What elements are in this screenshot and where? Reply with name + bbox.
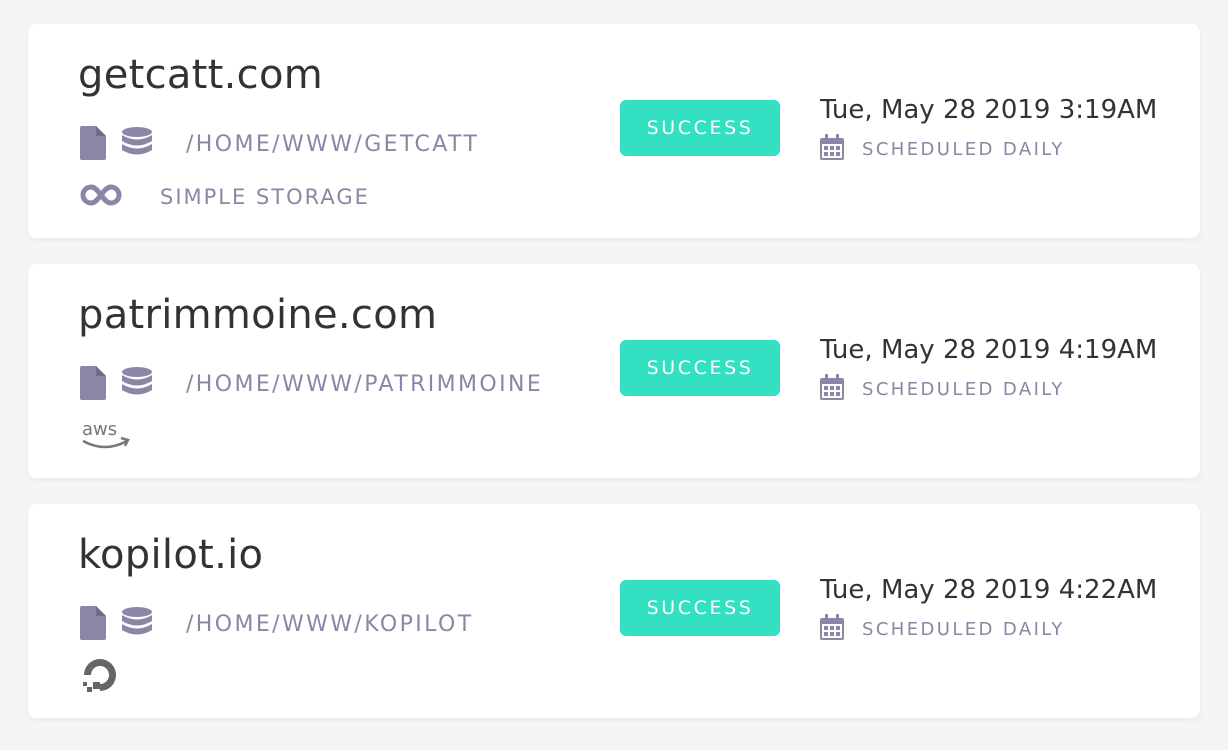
calendar-icon (820, 374, 844, 404)
calendar-icon (820, 134, 844, 164)
digitalocean-logo-icon (80, 655, 120, 699)
status-success-button[interactable]: SUCCESS (620, 100, 780, 156)
site-name: getcatt.com (78, 52, 323, 98)
database-icon (122, 367, 152, 403)
backup-card[interactable]: getcatt.com /HOME/WWW/GETCATT SIMPLE STO… (28, 24, 1200, 238)
database-icon (122, 607, 152, 643)
storage-provider (80, 656, 120, 698)
aws-logo-text: aws (82, 419, 117, 440)
file-icon (80, 366, 106, 404)
backup-card[interactable]: kopilot.io /HOME/WWW/KOPILOT SUCCESS Tue… (28, 504, 1200, 718)
backup-timestamp: Tue, May 28 2019 4:19AM (820, 335, 1158, 365)
schedule-label: SCHEDULED DAILY (862, 138, 1065, 160)
aws-logo-icon: aws (80, 417, 130, 457)
status-success-button[interactable]: SUCCESS (620, 340, 780, 396)
backup-path: /HOME/WWW/GETCATT (186, 132, 480, 157)
backup-card[interactable]: patrimmoine.com /HOME/WWW/PATRIMMOINE aw… (28, 264, 1200, 478)
database-icon (122, 127, 152, 163)
schedule-info: SCHEDULED DAILY (820, 374, 1065, 404)
schedule-label: SCHEDULED DAILY (862, 618, 1065, 640)
backup-timestamp: Tue, May 28 2019 4:22AM (820, 575, 1158, 605)
file-icon (80, 126, 106, 164)
infinity-icon (80, 183, 122, 211)
file-icon (80, 606, 106, 644)
schedule-info: SCHEDULED DAILY (820, 614, 1065, 644)
calendar-icon (820, 614, 844, 644)
backup-type-icons (80, 606, 152, 644)
backup-type-icons (80, 126, 152, 164)
site-name: kopilot.io (78, 532, 264, 578)
site-name: patrimmoine.com (78, 292, 438, 338)
schedule-info: SCHEDULED DAILY (820, 134, 1065, 164)
backup-timestamp: Tue, May 28 2019 3:19AM (820, 95, 1158, 125)
backup-type-icons (80, 366, 152, 404)
status-success-button[interactable]: SUCCESS (620, 580, 780, 636)
backup-path: /HOME/WWW/PATRIMMOINE (186, 372, 544, 397)
provider-label: SIMPLE STORAGE (160, 185, 370, 209)
schedule-label: SCHEDULED DAILY (862, 378, 1065, 400)
backup-path: /HOME/WWW/KOPILOT (186, 612, 474, 637)
storage-provider: aws (80, 416, 130, 458)
backup-list: getcatt.com /HOME/WWW/GETCATT SIMPLE STO… (0, 0, 1228, 750)
storage-provider: SIMPLE STORAGE (80, 176, 370, 218)
